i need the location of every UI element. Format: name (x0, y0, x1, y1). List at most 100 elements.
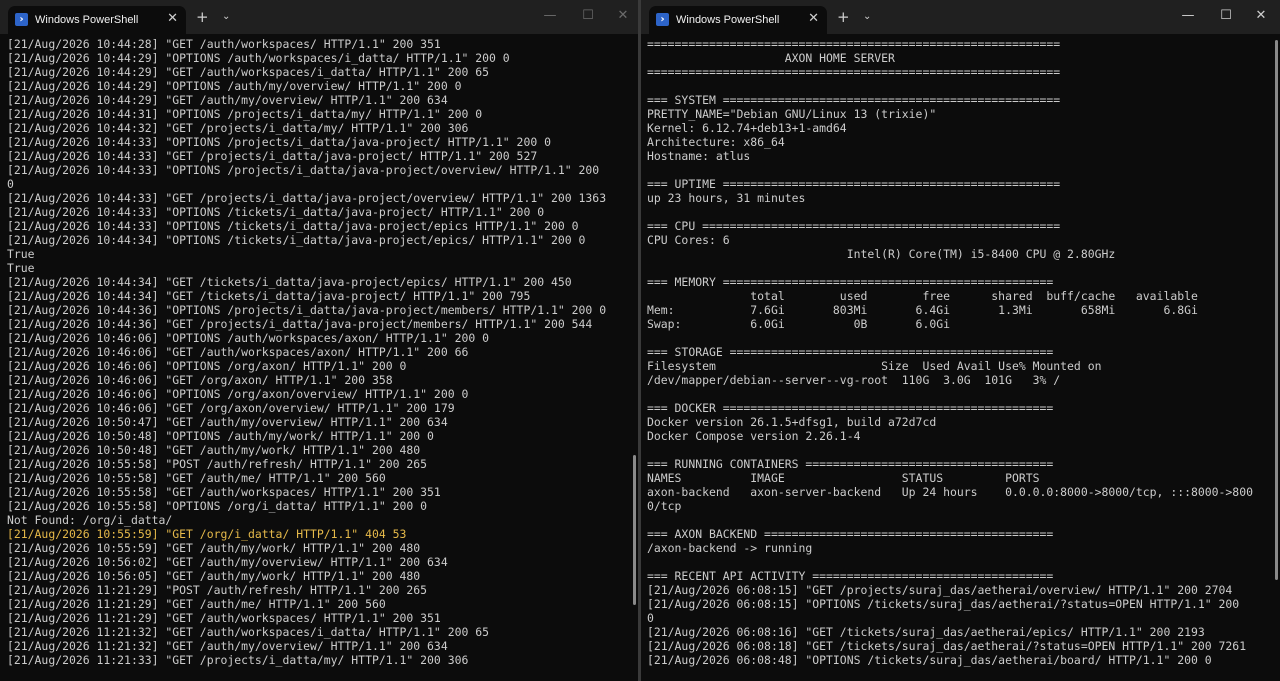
terminal-line: [21/Aug/2026 10:44:33] "GET /projects/i_… (7, 149, 538, 163)
terminal-line: [21/Aug/2026 10:44:34] "GET /tickets/i_d… (7, 289, 531, 303)
terminal-line: [21/Aug/2026 10:50:48] "OPTIONS /auth/my… (7, 429, 434, 443)
left-terminal-window: › Windows PowerShell ✕ + ⌄ — ☐ ✕ [21/Aug… (0, 0, 638, 681)
terminal-line: [21/Aug/2026 10:44:36] "GET /projects/i_… (7, 317, 593, 331)
terminal-line: [21/Aug/2026 10:55:58] "POST /auth/refre… (7, 457, 428, 471)
scrollbar[interactable] (633, 455, 636, 605)
terminal-output[interactable]: ========================================… (647, 37, 1266, 681)
terminal-line: [21/Aug/2026 06:08:15] "OPTIONS /tickets… (647, 597, 1240, 611)
terminal-line: [21/Aug/2026 10:44:28] "GET /auth/worksp… (7, 37, 441, 51)
close-window-button[interactable]: ✕ (604, 0, 638, 32)
terminal-line: CPU Cores: 6 (647, 233, 730, 247)
minimize-button[interactable]: — (1169, 0, 1207, 32)
tab-windows-powershell[interactable]: › Windows PowerShell ✕ (649, 6, 827, 34)
terminal-line: [21/Aug/2026 10:46:06] "GET /org/axon/ov… (7, 401, 455, 415)
close-tab-icon[interactable]: ✕ (167, 12, 178, 26)
terminal-line: AXON HOME SERVER (647, 51, 895, 65)
terminal-line: Mem: 7.6Gi 803Mi 6.4Gi 1.3Mi 658Mi 6.8Gi (647, 303, 1198, 317)
terminal-line: [21/Aug/2026 10:44:33] "OPTIONS /project… (7, 163, 600, 177)
minimize-button[interactable]: — (531, 0, 569, 32)
terminal-line: [21/Aug/2026 10:56:02] "GET /auth/my/ove… (7, 555, 448, 569)
terminal-line: 0 (7, 177, 14, 191)
maximize-button[interactable]: ☐ (569, 0, 607, 32)
chevron-down-icon[interactable]: ⌄ (863, 11, 871, 23)
terminal-line: /axon-backend -> running (647, 541, 813, 555)
terminal-line: [21/Aug/2026 10:44:33] "OPTIONS /tickets… (7, 205, 545, 219)
title-bar: › Windows PowerShell ✕ + ⌄ — ☐ ✕ (641, 0, 1280, 34)
terminal-line: [21/Aug/2026 10:46:06] "GET /org/axon/ H… (7, 373, 393, 387)
tab-title: Windows PowerShell (35, 14, 139, 26)
terminal-line: [21/Aug/2026 10:44:36] "OPTIONS /project… (7, 303, 607, 317)
terminal-line: [21/Aug/2026 11:21:29] "POST /auth/refre… (7, 583, 428, 597)
new-tab-button[interactable]: + (837, 9, 850, 25)
terminal-line: [21/Aug/2026 10:44:34] "OPTIONS /tickets… (7, 233, 586, 247)
terminal-line: [21/Aug/2026 11:21:32] "GET /auth/worksp… (7, 625, 490, 639)
terminal-line: Swap: 6.0Gi 0B 6.0Gi (647, 317, 950, 331)
tab-title: Windows PowerShell (676, 14, 780, 26)
terminal-line: [21/Aug/2026 10:55:58] "OPTIONS /org/i_d… (7, 499, 428, 513)
terminal-line: === AXON BACKEND =======================… (647, 527, 1054, 541)
terminal-line: === UPTIME =============================… (647, 177, 1061, 191)
terminal-line: [21/Aug/2026 06:08:48] "OPTIONS /tickets… (647, 653, 1212, 667)
terminal-line: [21/Aug/2026 10:46:06] "OPTIONS /org/axo… (7, 387, 469, 401)
powershell-icon: › (656, 13, 669, 26)
chevron-down-icon[interactable]: ⌄ (222, 11, 230, 23)
terminal-line: [21/Aug/2026 10:55:58] "GET /auth/worksp… (7, 485, 441, 499)
terminal-line: Architecture: x86_64 (647, 135, 785, 149)
terminal-line: [21/Aug/2026 11:21:29] "GET /auth/worksp… (7, 611, 441, 625)
terminal-line: [21/Aug/2026 10:55:59] "GET /org/i_datta… (7, 527, 407, 541)
tab-windows-powershell[interactable]: › Windows PowerShell ✕ (8, 6, 186, 34)
maximize-button[interactable]: ☐ (1207, 0, 1245, 32)
terminal-line: [21/Aug/2026 10:46:06] "OPTIONS /org/axo… (7, 359, 407, 373)
terminal-line: [21/Aug/2026 10:55:58] "GET /auth/me/ HT… (7, 471, 386, 485)
terminal-line: /dev/mapper/debian--server--vg-root 110G… (647, 373, 1061, 387)
terminal-line: [21/Aug/2026 11:21:33] "GET /projects/i_… (7, 653, 469, 667)
terminal-line: [21/Aug/2026 10:46:06] "OPTIONS /auth/wo… (7, 331, 490, 345)
terminal-line: PRETTY_NAME="Debian GNU/Linux 13 (trixie… (647, 107, 937, 121)
terminal-line: === CPU ================================… (647, 219, 1061, 233)
terminal-line: [21/Aug/2026 10:44:33] "GET /projects/i_… (7, 191, 607, 205)
terminal-line: [21/Aug/2026 10:44:34] "GET /tickets/i_d… (7, 275, 572, 289)
new-tab-button[interactable]: + (196, 9, 209, 25)
close-tab-icon[interactable]: ✕ (808, 12, 819, 26)
terminal-line: Filesystem Size Used Avail Use% Mounted … (647, 359, 1102, 373)
terminal-line: [21/Aug/2026 10:44:33] "OPTIONS /project… (7, 135, 551, 149)
terminal-line: Docker version 26.1.5+dfsg1, build a72d7… (647, 415, 937, 429)
terminal-line: [21/Aug/2026 11:21:32] "GET /auth/my/ove… (7, 639, 448, 653)
terminal-line: [21/Aug/2026 10:50:47] "GET /auth/my/ove… (7, 415, 448, 429)
scrollbar[interactable] (1275, 40, 1278, 580)
terminal-line: [21/Aug/2026 10:46:06] "GET /auth/worksp… (7, 345, 469, 359)
terminal-line: ========================================… (647, 65, 1061, 79)
terminal-line: === MEMORY =============================… (647, 275, 1054, 289)
terminal-line: 0 (647, 611, 654, 625)
terminal-output[interactable]: [21/Aug/2026 10:44:28] "GET /auth/worksp… (7, 37, 622, 681)
terminal-line: up 23 hours, 31 minutes (647, 191, 806, 205)
terminal-line: [21/Aug/2026 10:44:32] "GET /projects/i_… (7, 121, 469, 135)
terminal-line: [21/Aug/2026 10:44:33] "OPTIONS /tickets… (7, 219, 579, 233)
terminal-line: True (7, 261, 35, 275)
terminal-line: Kernel: 6.12.74+deb13+1-amd64 (647, 121, 847, 135)
terminal-line: axon-backend axon-server-backend Up 24 h… (647, 485, 1253, 499)
terminal-line: [21/Aug/2026 10:44:29] "OPTIONS /auth/wo… (7, 51, 510, 65)
terminal-line: === SYSTEM =============================… (647, 93, 1061, 107)
powershell-icon: › (15, 13, 28, 26)
terminal-line: === DOCKER =============================… (647, 401, 1054, 415)
terminal-line: === STORAGE ============================… (647, 345, 1054, 359)
terminal-line: True (7, 247, 35, 261)
terminal-line: [21/Aug/2026 06:08:15] "GET /projects/su… (647, 583, 1233, 597)
terminal-line: [21/Aug/2026 10:50:48] "GET /auth/my/wor… (7, 443, 421, 457)
terminal-line: Intel(R) Core(TM) i5-8400 CPU @ 2.80GHz (647, 247, 1116, 261)
terminal-line: [21/Aug/2026 10:44:29] "GET /auth/my/ove… (7, 93, 448, 107)
terminal-line: total used free shared buff/cache availa… (647, 289, 1198, 303)
terminal-line: NAMES IMAGE STATUS PORTS (647, 471, 1040, 485)
close-window-button[interactable]: ✕ (1242, 0, 1280, 32)
terminal-line: [21/Aug/2026 06:08:16] "GET /tickets/sur… (647, 625, 1205, 639)
terminal-line: [21/Aug/2026 06:08:18] "GET /tickets/sur… (647, 639, 1247, 653)
